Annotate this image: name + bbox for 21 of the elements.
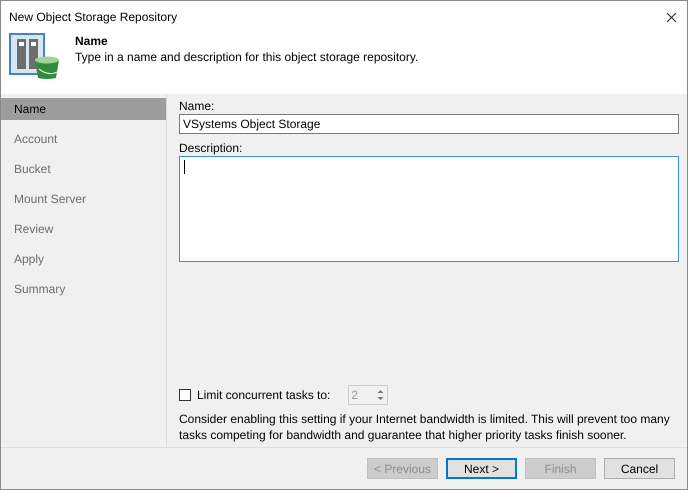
storage-bucket-icon <box>9 33 61 81</box>
wizard-step[interactable]: Bucket <box>1 158 166 180</box>
wizard-step[interactable]: Summary <box>1 278 166 300</box>
name-field[interactable]: VSystems Object Storage <box>179 114 679 134</box>
field-label: Description: <box>179 140 244 156</box>
field-label: Name: <box>179 98 216 114</box>
wizard-button[interactable]: Next > <box>446 458 517 479</box>
close-icon[interactable] <box>666 12 677 22</box>
wizard-button[interactable]: Cancel <box>604 458 675 479</box>
wizard-step[interactable]: Mount Server <box>1 188 166 210</box>
hint-text: Consider enabling this setting if your Internet bandwidth is limited. This will prevent too many tasks competing for bandwidth and guarantee that higher priority tasks finish sooner. <box>179 411 671 443</box>
description-field[interactable] <box>179 156 679 262</box>
wizard-step[interactable]: Account <box>1 128 166 150</box>
step-title: Name <box>75 33 109 49</box>
wizard-step[interactable]: Name <box>1 98 166 120</box>
checkbox-label: Limit concurrent tasks to: <box>197 387 330 404</box>
wizard-step[interactable]: Apply <box>1 248 166 270</box>
wizard-step[interactable]: Review <box>1 218 166 240</box>
window-title: New Object Storage Repository <box>9 9 178 26</box>
step-description: Type in a name and description for this object storage repository. <box>75 49 418 65</box>
text-cursor <box>184 160 185 174</box>
